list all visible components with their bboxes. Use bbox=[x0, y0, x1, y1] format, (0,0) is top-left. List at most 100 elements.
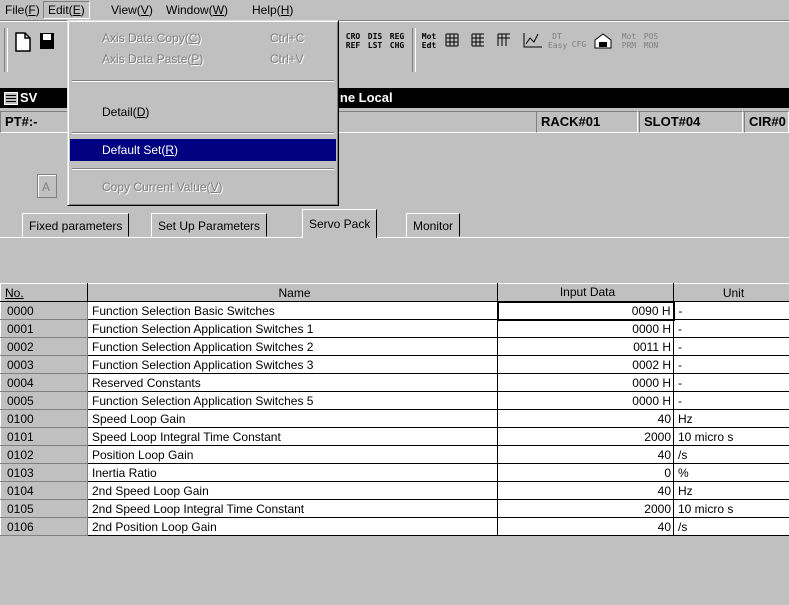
axis-button[interactable]: A bbox=[37, 174, 57, 198]
row-input-cell[interactable]: 40 bbox=[497, 481, 674, 500]
tab-set-up-parameters[interactable]: Set Up Parameters bbox=[151, 213, 268, 237]
menu-window-text: Window( bbox=[166, 3, 213, 17]
row-input-cell[interactable]: 0011 H bbox=[497, 337, 674, 356]
row-unit-cell: /s bbox=[673, 517, 789, 536]
dt-easy-icon-line1: DT bbox=[552, 32, 562, 41]
menu-window-accel: W bbox=[212, 3, 225, 17]
row-number-cell: 0003 bbox=[0, 355, 88, 374]
axis-data-copy-shortcut: Ctrl+C bbox=[270, 31, 305, 45]
dis-lst-icon[interactable]: DIS LST bbox=[366, 32, 384, 60]
table-row[interactable]: 0104 2nd Speed Loop Gain 40 Hz bbox=[0, 481, 789, 500]
menu-item-default-set[interactable]: Default Set(R) bbox=[70, 139, 336, 161]
table-row[interactable]: 0103 Inertia Ratio 0% bbox=[0, 463, 789, 482]
menu-file[interactable]: File(F) bbox=[1, 2, 44, 18]
row-input-cell[interactable]: 2000 bbox=[497, 499, 674, 518]
column-header-input[interactable]: Input Data bbox=[497, 283, 674, 302]
row-input-cell[interactable]: 0 bbox=[497, 463, 674, 482]
table-row[interactable]: 0000 Function Selection Basic Switches 009… bbox=[0, 300, 789, 321]
copy-current-value-close: ) bbox=[218, 180, 223, 194]
detail-text: Detail( bbox=[102, 105, 137, 119]
table-row[interactable]: 0002 Function Selection Application Switc… bbox=[0, 337, 789, 356]
mot-prm-icon[interactable]: Mot PRM bbox=[620, 32, 638, 60]
cfg-icon[interactable]: CFG bbox=[570, 32, 588, 60]
new-file-icon[interactable] bbox=[14, 32, 32, 60]
row-input-cell[interactable]: 0000 H bbox=[497, 319, 674, 338]
menu-edit[interactable]: Edit(E) bbox=[43, 1, 90, 19]
menu-item-detail[interactable]: Detail(D) bbox=[70, 101, 336, 123]
cro-ref-icon[interactable]: CRO REF bbox=[344, 32, 362, 60]
menu-item-copy-current-value[interactable]: Copy Current Value(V) bbox=[70, 176, 336, 198]
row-number-cell: 0004 bbox=[0, 373, 88, 392]
dt-easy-icon-line2: Easy bbox=[548, 41, 568, 50]
tab-servo-pack[interactable]: Servo Pack bbox=[302, 209, 378, 238]
mot-prm-icon-line2: PRM bbox=[621, 41, 637, 50]
table-row[interactable]: 0102 Position Loop Gain 40/s bbox=[0, 445, 789, 464]
row-name-cell: Speed Loop Gain bbox=[87, 409, 498, 428]
row-unit-cell: 10 micro s bbox=[673, 499, 789, 518]
row-input-cell[interactable]: 0000 H bbox=[497, 391, 674, 410]
row-unit-cell: Hz bbox=[673, 409, 789, 428]
menu-help-close: ) bbox=[289, 3, 294, 17]
grid-cnt-icon[interactable] bbox=[496, 32, 518, 60]
menu-window[interactable]: Window(W) bbox=[162, 2, 232, 18]
table-row[interactable]: 0005 Function Selection Application Switc… bbox=[0, 391, 789, 410]
mot-edt-icon-line1: Mot bbox=[421, 32, 437, 41]
row-unit-cell: - bbox=[673, 373, 789, 392]
tab-fixed-parameters-label: Fixed parameters bbox=[29, 219, 123, 233]
column-header-unit[interactable]: Unit bbox=[673, 283, 789, 302]
table-row[interactable]: 0105 2nd Speed Loop Integral Time Constan… bbox=[0, 499, 789, 518]
row-unit-cell: /s bbox=[673, 445, 789, 464]
table-row[interactable]: 0001 Function Selection Application Switc… bbox=[0, 319, 789, 338]
row-input-cell[interactable]: 40 bbox=[497, 517, 674, 536]
trend-chart-icon[interactable] bbox=[522, 32, 544, 60]
tab-fixed-parameters[interactable]: Fixed parameters bbox=[22, 213, 130, 237]
row-input-cell[interactable]: 0090 H bbox=[496, 300, 675, 321]
menu-item-axis-data-paste[interactable]: Axis Data Paste(P) Ctrl+V bbox=[70, 48, 336, 70]
cro-ref-icon-line1: CRO bbox=[345, 32, 361, 41]
module-config-icon[interactable] bbox=[592, 32, 614, 60]
menu-edit-close: ) bbox=[80, 3, 85, 17]
reg-chg-icon-line1: REG bbox=[389, 32, 405, 41]
row-name-cell: 2nd Position Loop Gain bbox=[87, 517, 498, 536]
table-row[interactable]: 0101 Speed Loop Integral Time Constant 200… bbox=[0, 427, 789, 446]
axis-data-paste-close: ) bbox=[199, 52, 204, 66]
dt-easy-icon[interactable]: DT Easy bbox=[548, 32, 568, 60]
row-name-cell: 2nd Speed Loop Gain bbox=[87, 481, 498, 500]
row-unit-cell: % bbox=[673, 463, 789, 482]
menu-help[interactable]: Help(H) bbox=[248, 2, 297, 18]
table-row[interactable]: 0004 Reserved Constants 0000 H- bbox=[0, 373, 789, 392]
row-input-cell[interactable]: 40 bbox=[497, 445, 674, 464]
row-input-cell[interactable]: 0002 H bbox=[497, 355, 674, 374]
table-row[interactable]: 0100 Speed Loop Gain 40 Hz bbox=[0, 409, 789, 428]
table-row[interactable]: 0106 2nd Position Loop Gain 40/s bbox=[0, 517, 789, 536]
tab-set-up-parameters-label: Set Up Parameters bbox=[158, 219, 261, 233]
pos-mon-icon-line2: MON bbox=[643, 41, 659, 50]
menu-item-axis-data-copy[interactable]: Axis Data Copy(C) Ctrl+C bbox=[70, 27, 336, 49]
row-input-cell[interactable]: 2000 bbox=[497, 427, 674, 446]
cfg-icon-label: CFG bbox=[571, 40, 587, 49]
window-title-left: SV bbox=[20, 90, 38, 105]
row-number-cell: 0000 bbox=[0, 301, 88, 320]
grid-ini-icon[interactable] bbox=[444, 32, 466, 60]
save-file-icon[interactable] bbox=[38, 32, 56, 60]
tab-monitor[interactable]: Monitor bbox=[406, 213, 461, 237]
dis-lst-icon-line2: LST bbox=[367, 41, 383, 50]
column-header-name[interactable]: Name bbox=[87, 283, 498, 302]
reg-chg-icon[interactable]: REG CHG bbox=[388, 32, 406, 60]
grid-hash-icon[interactable] bbox=[470, 32, 492, 60]
axis-button-label: A bbox=[42, 180, 51, 194]
mot-edt-icon[interactable]: Mot Edt bbox=[420, 32, 438, 60]
table-row[interactable]: 0003 Function Selection Application Switc… bbox=[0, 355, 789, 374]
axis-data-paste-text: Axis Data Paste( bbox=[102, 52, 192, 66]
window-menu-icon[interactable] bbox=[4, 92, 18, 105]
rack-label: RACK#01 bbox=[541, 114, 601, 129]
row-input-cell[interactable]: 0000 H bbox=[497, 373, 674, 392]
menu-view[interactable]: View(V) bbox=[107, 2, 157, 18]
row-name-cell: Reserved Constants bbox=[87, 373, 498, 392]
pos-mon-icon[interactable]: POS MON bbox=[642, 32, 660, 60]
column-header-no[interactable]: No. bbox=[0, 283, 88, 302]
tab-monitor-label: Monitor bbox=[413, 219, 454, 233]
detail-close: ) bbox=[145, 105, 150, 119]
row-input-cell[interactable]: 40 bbox=[497, 409, 674, 428]
row-number-cell: 0103 bbox=[0, 463, 88, 482]
